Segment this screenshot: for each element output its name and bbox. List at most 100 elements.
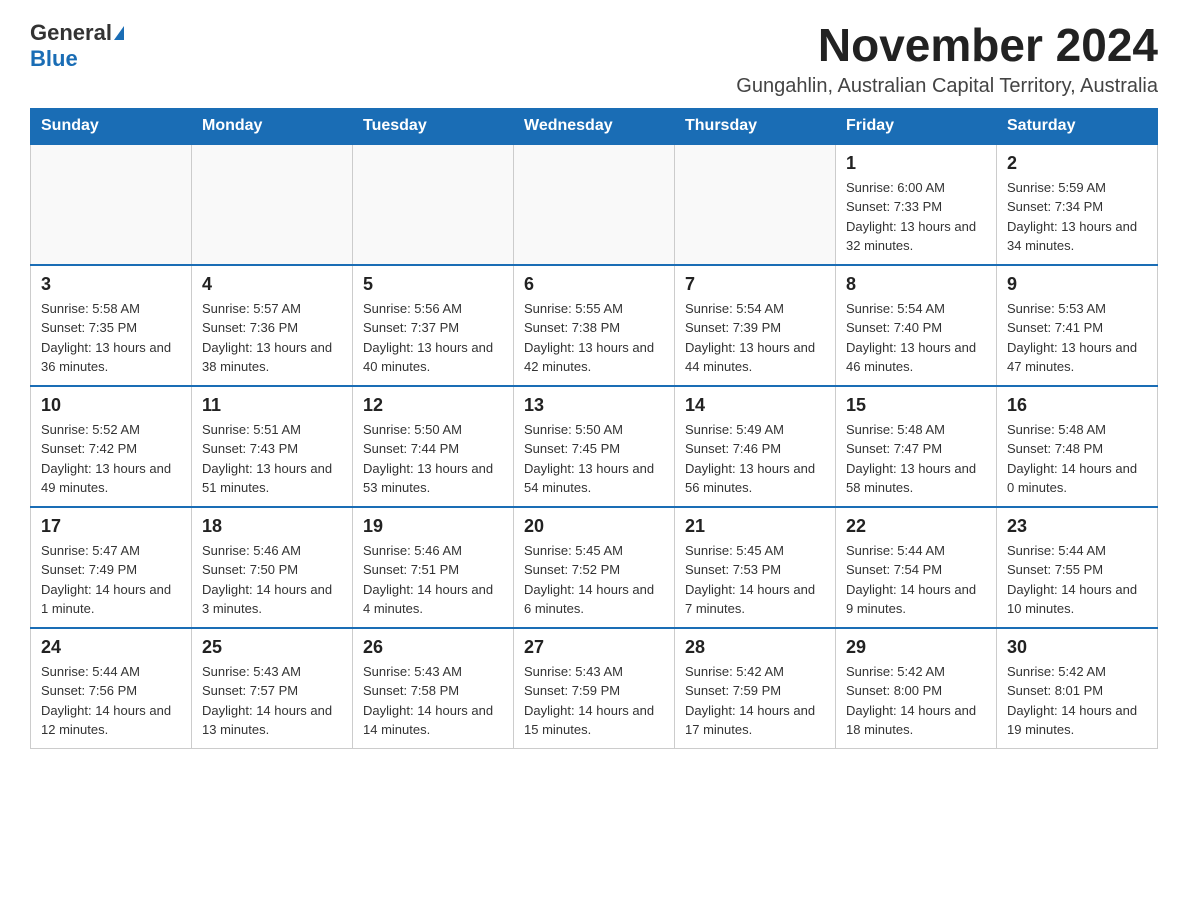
day-info: Sunrise: 5:54 AMSunset: 7:39 PMDaylight:…	[685, 299, 825, 377]
calendar-day-cell: 3 Sunrise: 5:58 AMSunset: 7:35 PMDaylight…	[31, 265, 192, 386]
day-number: 2	[1007, 153, 1147, 174]
month-title: November 2024	[736, 20, 1158, 71]
day-number: 25	[202, 637, 342, 658]
calendar-day-cell: 19 Sunrise: 5:46 AMSunset: 7:51 PMDayligh…	[353, 507, 514, 628]
calendar-week-row: 10Sunrise: 5:52 AMSunset: 7:42 PMDayligh…	[31, 386, 1158, 507]
calendar-day-header: Thursday	[675, 108, 836, 144]
day-number: 4	[202, 274, 342, 295]
logo-general-text: General	[30, 20, 112, 46]
day-info: Sunrise: 5:59 AMSunset: 7:34 PMDaylight:…	[1007, 178, 1147, 256]
day-number: 23	[1007, 516, 1147, 537]
calendar-day-header: Sunday	[31, 108, 192, 144]
day-info: Sunrise: 5:46 AMSunset: 7:50 PMDaylight:…	[202, 541, 342, 619]
calendar-day-cell: 28Sunrise: 5:42 AMSunset: 7:59 PMDayligh…	[675, 628, 836, 749]
location-title: Gungahlin, Australian Capital Territory,…	[736, 75, 1158, 98]
calendar-day-cell: 27 Sunrise: 5:43 AMSunset: 7:59 PMDayligh…	[514, 628, 675, 749]
day-number: 24	[41, 637, 181, 658]
day-info: Sunrise: 5:48 AMSunset: 7:48 PMDaylight:…	[1007, 420, 1147, 498]
calendar-day-cell: 10Sunrise: 5:52 AMSunset: 7:42 PMDayligh…	[31, 386, 192, 507]
day-info: Sunrise: 5:50 AMSunset: 7:45 PMDaylight:…	[524, 420, 664, 498]
calendar-day-cell: 21Sunrise: 5:45 AMSunset: 7:53 PMDayligh…	[675, 507, 836, 628]
day-info: Sunrise: 5:45 AMSunset: 7:52 PMDaylight:…	[524, 541, 664, 619]
calendar-day-cell: 6 Sunrise: 5:55 AMSunset: 7:38 PMDaylight…	[514, 265, 675, 386]
logo: General Blue	[30, 20, 124, 73]
calendar-day-cell: 17Sunrise: 5:47 AMSunset: 7:49 PMDayligh…	[31, 507, 192, 628]
title-area: November 2024 Gungahlin, Australian Capi…	[736, 20, 1158, 98]
calendar-day-cell: 20 Sunrise: 5:45 AMSunset: 7:52 PMDayligh…	[514, 507, 675, 628]
day-info: Sunrise: 5:42 AMSunset: 7:59 PMDaylight:…	[685, 662, 825, 740]
day-info: Sunrise: 5:52 AMSunset: 7:42 PMDaylight:…	[41, 420, 181, 498]
day-number: 3	[41, 274, 181, 295]
calendar-week-row: 3 Sunrise: 5:58 AMSunset: 7:35 PMDaylight…	[31, 265, 1158, 386]
calendar-week-row: 1 Sunrise: 6:00 AMSunset: 7:33 PMDaylight…	[31, 144, 1158, 265]
day-number: 29	[846, 637, 986, 658]
calendar-day-header: Monday	[192, 108, 353, 144]
calendar-week-row: 24 Sunrise: 5:44 AMSunset: 7:56 PMDayligh…	[31, 628, 1158, 749]
day-info: Sunrise: 5:48 AMSunset: 7:47 PMDaylight:…	[846, 420, 986, 498]
day-number: 7	[685, 274, 825, 295]
calendar-day-cell	[31, 144, 192, 265]
calendar-day-cell: 9 Sunrise: 5:53 AMSunset: 7:41 PMDaylight…	[997, 265, 1158, 386]
day-number: 1	[846, 153, 986, 174]
day-info: Sunrise: 5:45 AMSunset: 7:53 PMDaylight:…	[685, 541, 825, 619]
day-info: Sunrise: 5:42 AMSunset: 8:00 PMDaylight:…	[846, 662, 986, 740]
calendar-day-cell	[514, 144, 675, 265]
day-number: 19	[363, 516, 503, 537]
day-info: Sunrise: 5:50 AMSunset: 7:44 PMDaylight:…	[363, 420, 503, 498]
day-info: Sunrise: 5:53 AMSunset: 7:41 PMDaylight:…	[1007, 299, 1147, 377]
day-info: Sunrise: 5:49 AMSunset: 7:46 PMDaylight:…	[685, 420, 825, 498]
day-info: Sunrise: 5:43 AMSunset: 7:59 PMDaylight:…	[524, 662, 664, 740]
calendar-week-row: 17Sunrise: 5:47 AMSunset: 7:49 PMDayligh…	[31, 507, 1158, 628]
calendar-day-cell: 12Sunrise: 5:50 AMSunset: 7:44 PMDayligh…	[353, 386, 514, 507]
day-info: Sunrise: 5:55 AMSunset: 7:38 PMDaylight:…	[524, 299, 664, 377]
calendar-day-cell: 26 Sunrise: 5:43 AMSunset: 7:58 PMDayligh…	[353, 628, 514, 749]
day-info: Sunrise: 5:56 AMSunset: 7:37 PMDaylight:…	[363, 299, 503, 377]
calendar-day-cell: 16 Sunrise: 5:48 AMSunset: 7:48 PMDayligh…	[997, 386, 1158, 507]
calendar-day-header: Saturday	[997, 108, 1158, 144]
calendar-table: SundayMondayTuesdayWednesdayThursdayFrid…	[30, 108, 1158, 749]
calendar-day-cell: 30Sunrise: 5:42 AMSunset: 8:01 PMDayligh…	[997, 628, 1158, 749]
logo-arrow-icon	[114, 26, 124, 40]
day-number: 15	[846, 395, 986, 416]
page-header: General Blue November 2024 Gungahlin, Au…	[30, 20, 1158, 98]
day-number: 6	[524, 274, 664, 295]
day-number: 11	[202, 395, 342, 416]
day-number: 26	[363, 637, 503, 658]
calendar-day-cell	[353, 144, 514, 265]
day-info: Sunrise: 5:57 AMSunset: 7:36 PMDaylight:…	[202, 299, 342, 377]
logo-blue-text: Blue	[30, 46, 78, 72]
day-number: 5	[363, 274, 503, 295]
calendar-day-cell: 22Sunrise: 5:44 AMSunset: 7:54 PMDayligh…	[836, 507, 997, 628]
day-number: 16	[1007, 395, 1147, 416]
calendar-day-cell: 11 Sunrise: 5:51 AMSunset: 7:43 PMDayligh…	[192, 386, 353, 507]
day-info: Sunrise: 5:42 AMSunset: 8:01 PMDaylight:…	[1007, 662, 1147, 740]
calendar-day-cell: 23 Sunrise: 5:44 AMSunset: 7:55 PMDayligh…	[997, 507, 1158, 628]
day-number: 22	[846, 516, 986, 537]
day-info: Sunrise: 5:43 AMSunset: 7:58 PMDaylight:…	[363, 662, 503, 740]
calendar-day-cell: 4 Sunrise: 5:57 AMSunset: 7:36 PMDaylight…	[192, 265, 353, 386]
day-info: Sunrise: 5:44 AMSunset: 7:55 PMDaylight:…	[1007, 541, 1147, 619]
calendar-day-cell: 14 Sunrise: 5:49 AMSunset: 7:46 PMDayligh…	[675, 386, 836, 507]
day-info: Sunrise: 5:46 AMSunset: 7:51 PMDaylight:…	[363, 541, 503, 619]
calendar-day-cell: 5 Sunrise: 5:56 AMSunset: 7:37 PMDaylight…	[353, 265, 514, 386]
calendar-day-cell: 29 Sunrise: 5:42 AMSunset: 8:00 PMDayligh…	[836, 628, 997, 749]
calendar-day-header: Friday	[836, 108, 997, 144]
calendar-header-row: SundayMondayTuesdayWednesdayThursdayFrid…	[31, 108, 1158, 144]
calendar-day-cell: 24 Sunrise: 5:44 AMSunset: 7:56 PMDayligh…	[31, 628, 192, 749]
day-info: Sunrise: 5:47 AMSunset: 7:49 PMDaylight:…	[41, 541, 181, 619]
day-info: Sunrise: 5:44 AMSunset: 7:56 PMDaylight:…	[41, 662, 181, 740]
calendar-day-cell: 18Sunrise: 5:46 AMSunset: 7:50 PMDayligh…	[192, 507, 353, 628]
day-info: Sunrise: 5:58 AMSunset: 7:35 PMDaylight:…	[41, 299, 181, 377]
day-number: 9	[1007, 274, 1147, 295]
day-info: Sunrise: 5:51 AMSunset: 7:43 PMDaylight:…	[202, 420, 342, 498]
calendar-day-cell: 2 Sunrise: 5:59 AMSunset: 7:34 PMDaylight…	[997, 144, 1158, 265]
day-number: 20	[524, 516, 664, 537]
day-info: Sunrise: 6:00 AMSunset: 7:33 PMDaylight:…	[846, 178, 986, 256]
day-info: Sunrise: 5:43 AMSunset: 7:57 PMDaylight:…	[202, 662, 342, 740]
day-info: Sunrise: 5:54 AMSunset: 7:40 PMDaylight:…	[846, 299, 986, 377]
day-number: 13	[524, 395, 664, 416]
calendar-day-header: Tuesday	[353, 108, 514, 144]
calendar-day-cell: 1 Sunrise: 6:00 AMSunset: 7:33 PMDaylight…	[836, 144, 997, 265]
day-number: 14	[685, 395, 825, 416]
day-number: 27	[524, 637, 664, 658]
